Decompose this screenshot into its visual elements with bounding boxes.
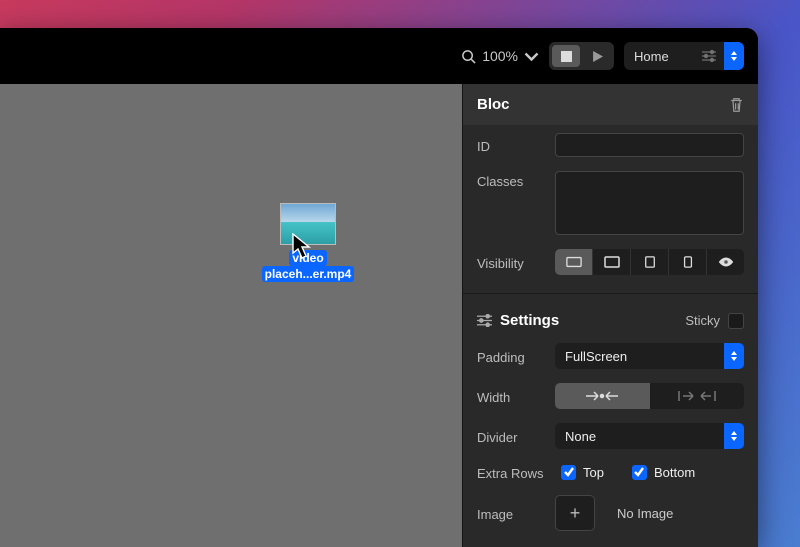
width-segment	[555, 383, 744, 409]
stepper-arrows-icon	[724, 343, 744, 369]
settings-sliders-icon	[477, 314, 492, 327]
classes-row: Classes	[477, 171, 744, 235]
search-icon	[461, 49, 476, 64]
bottom-label: Bottom	[654, 465, 695, 480]
visibility-row: Visibility	[477, 249, 744, 275]
stop-button[interactable]	[552, 45, 580, 67]
extra-rows-row: Extra Rows Top Bottom	[477, 463, 744, 481]
inspector-sidebar: Bloc ID Classes Visibility	[462, 84, 758, 547]
canvas[interactable]: video placeh...er.mp4	[0, 84, 462, 547]
vis-tablet-landscape[interactable]	[593, 249, 631, 275]
cursor-icon	[292, 233, 312, 261]
divider-row: Divider None	[477, 423, 744, 449]
panel-title: Bloc	[477, 96, 510, 113]
classes-label: Classes	[477, 171, 543, 189]
divider-value: None	[565, 429, 724, 444]
checkbox-checked-icon	[561, 465, 576, 480]
toolbar: 100% Home	[0, 28, 758, 84]
image-value: No Image	[617, 506, 673, 521]
id-input[interactable]	[555, 133, 744, 157]
settings-title: Settings	[500, 312, 559, 329]
padding-label: Padding	[477, 347, 543, 365]
dragged-file[interactable]: video placeh...er.mp4	[253, 203, 363, 282]
divider-line	[463, 293, 758, 294]
zoom-value: 100%	[482, 48, 518, 64]
bottom-checkbox[interactable]: Bottom	[632, 465, 695, 480]
vis-phone[interactable]	[669, 249, 707, 275]
extra-rows-label: Extra Rows	[477, 463, 549, 481]
padding-row: Padding FullScreen	[477, 343, 744, 369]
trash-icon[interactable]	[729, 97, 744, 113]
image-well[interactable]: +	[555, 495, 595, 531]
page-selector[interactable]: Home	[624, 42, 744, 70]
visibility-segment	[555, 249, 744, 275]
divider-select[interactable]: None	[555, 423, 744, 449]
stepper-arrows-icon	[724, 42, 744, 70]
settings-sliders-icon	[702, 50, 716, 62]
classes-input[interactable]	[555, 171, 744, 235]
visibility-label: Visibility	[477, 253, 543, 271]
top-checkbox[interactable]: Top	[561, 465, 604, 480]
app-window: 100% Home video	[0, 28, 758, 547]
padding-select[interactable]: FullScreen	[555, 343, 744, 369]
id-label: ID	[477, 136, 543, 154]
vis-desktop[interactable]	[555, 249, 593, 275]
stepper-arrows-icon	[724, 423, 744, 449]
sticky-checkbox[interactable]	[728, 313, 744, 329]
panel-header: Bloc	[463, 84, 758, 125]
sticky-toggle[interactable]: Sticky	[685, 313, 744, 329]
width-row: Width	[477, 383, 744, 409]
vis-tablet-portrait[interactable]	[631, 249, 669, 275]
width-outward[interactable]	[650, 383, 745, 409]
checkbox-checked-icon	[632, 465, 647, 480]
page-selector-value: Home	[634, 49, 694, 64]
padding-value: FullScreen	[565, 349, 724, 364]
width-inward[interactable]	[555, 383, 650, 409]
image-label: Image	[477, 504, 543, 522]
zoom-control[interactable]: 100%	[461, 48, 539, 64]
chevron-down-icon	[524, 49, 539, 64]
divider-label: Divider	[477, 427, 543, 445]
preview-mode-segment	[549, 42, 614, 70]
vis-preview[interactable]	[707, 249, 744, 275]
width-label: Width	[477, 387, 543, 405]
id-row: ID	[477, 133, 744, 157]
play-button[interactable]	[583, 45, 611, 67]
sticky-label: Sticky	[685, 313, 720, 328]
top-label: Top	[583, 465, 604, 480]
bloc-panel: ID Classes Visibility	[463, 125, 758, 547]
settings-header: Settings Sticky	[477, 312, 744, 329]
content-area: video placeh...er.mp4 Bloc ID Classes	[0, 84, 758, 547]
image-row: Image + No Image	[477, 495, 744, 531]
